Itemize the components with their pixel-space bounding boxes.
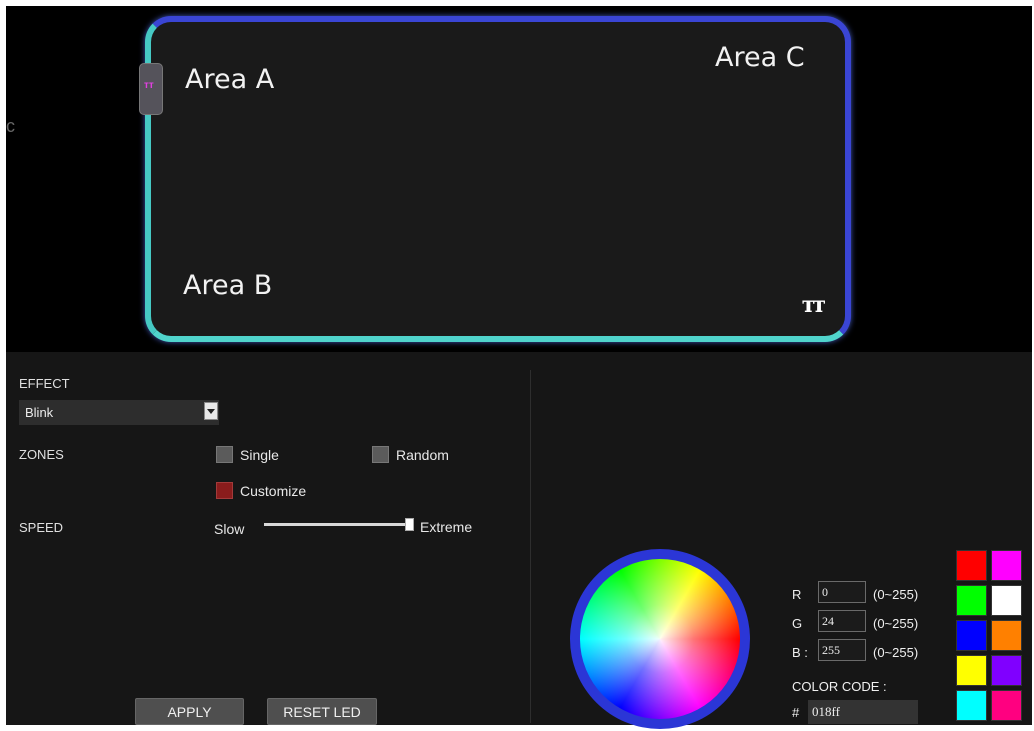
r-input[interactable]: 0 [818,581,866,603]
color-code-hash: # [792,705,800,720]
zones-label: ZONES [19,447,64,462]
speed-max-label: Extreme [420,519,473,535]
g-range: (0~255) [873,616,919,631]
stray-text: c [6,116,15,136]
b-range: (0~255) [873,645,919,660]
color-swatch[interactable] [991,655,1022,686]
b-input[interactable]: 255 [818,639,866,661]
single-label: Single [240,446,279,463]
b-label: B : [792,645,808,660]
customize-checkbox[interactable] [216,482,233,499]
area-b-label: Area B [183,270,273,301]
customize-label: Customize [240,482,307,499]
chevron-down-icon[interactable] [204,402,218,420]
usb-hub-icon: ᴛᴛ [139,63,163,115]
mousepad-preview: c Area A Area B Area C ᴛᴛ ᴛᴛ [6,6,1032,350]
color-swatch[interactable] [956,655,987,686]
zone-single-option[interactable]: Single [216,446,279,463]
control-panel: EFFECT Blink ZONES Single Random Customi… [6,352,1032,729]
panel-divider [530,370,531,723]
zone-random-option[interactable]: Random [372,446,449,463]
color-swatch[interactable] [991,585,1022,616]
random-label: Random [396,446,449,463]
speed-slider-handle[interactable] [405,518,414,531]
color-swatch[interactable] [956,585,987,616]
speed-slider[interactable] [264,523,409,526]
color-code-label: COLOR CODE : [792,679,887,694]
speed-min-label: Slow [214,521,245,537]
apply-button[interactable]: APPLY [135,698,244,725]
color-swatch[interactable] [991,620,1022,651]
area-c-label: Area C [715,42,805,73]
color-wheel[interactable] [580,559,740,719]
mousepad-image: Area A Area B Area C ᴛᴛ [145,16,851,342]
g-input[interactable]: 24 [818,610,866,632]
color-swatch[interactable] [991,690,1022,721]
color-swatch[interactable] [956,690,987,721]
random-checkbox[interactable] [372,446,389,463]
r-label: R [792,587,802,602]
single-checkbox[interactable] [216,446,233,463]
g-label: G [792,616,803,631]
reset-led-button[interactable]: RESET LED [267,698,377,725]
color-code-input[interactable]: 018ff [808,700,918,724]
speed-label: SPEED [19,520,64,535]
color-swatch[interactable] [956,620,987,651]
zone-customize-option[interactable]: Customize [216,482,306,499]
effect-dropdown[interactable]: Blink [19,400,219,425]
rgb-control-app: c Area A Area B Area C ᴛᴛ ᴛᴛ EFFECT Blin… [6,6,1032,729]
effect-label: EFFECT [19,376,70,391]
area-a-label: Area A [185,64,275,95]
color-swatch[interactable] [956,550,987,581]
r-range: (0~255) [873,587,919,602]
brand-logo-icon: ᴛᴛ [801,292,826,318]
color-swatch[interactable] [991,550,1022,581]
